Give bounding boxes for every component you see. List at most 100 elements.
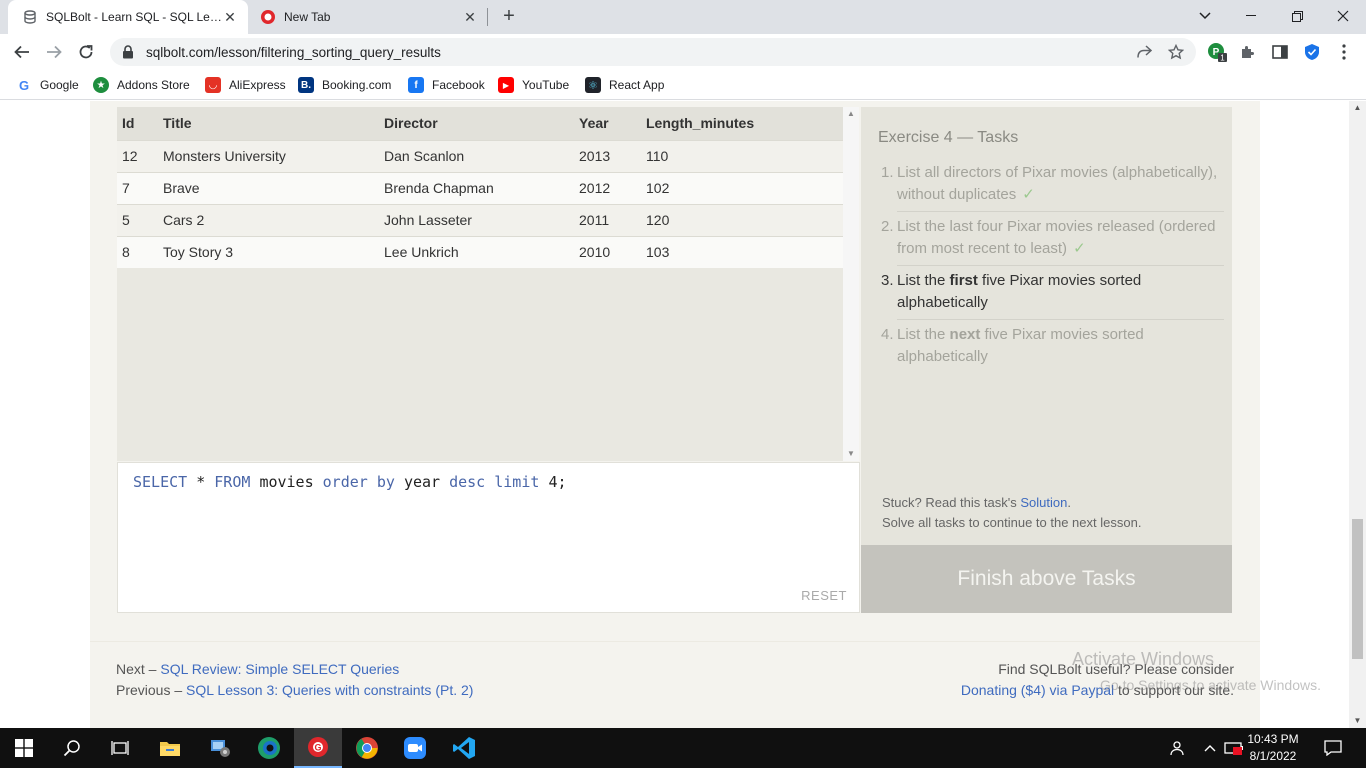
solution-link[interactable]: Solution bbox=[1020, 495, 1067, 510]
stuck-help-text: Stuck? Read this task's Solution. Solve … bbox=[882, 493, 1141, 533]
exercise-tasks-panel: Exercise 4 — Tasks 1. List all directors… bbox=[861, 107, 1232, 545]
extension-p-icon[interactable]: P1 bbox=[1207, 42, 1227, 62]
donate-suffix: to support our site. bbox=[1114, 682, 1234, 698]
bookmark-label: React App bbox=[609, 78, 665, 92]
task-item-1: 1. List all directors of Pixar movies (a… bbox=[881, 162, 1224, 206]
bookmark-label: Addons Store bbox=[117, 78, 190, 92]
results-scrollbar[interactable]: ▲ ▼ bbox=[843, 107, 859, 461]
task-text: List the last four Pixar movies released… bbox=[897, 216, 1224, 260]
zoom-icon[interactable] bbox=[391, 728, 439, 768]
task-divider bbox=[897, 211, 1224, 212]
finish-tasks-button[interactable]: Finish above Tasks bbox=[861, 545, 1232, 613]
cell-year: 2013 bbox=[574, 139, 641, 172]
tab-search-chevron-icon[interactable] bbox=[1182, 0, 1228, 32]
database-icon bbox=[22, 9, 38, 25]
check-icon: ✓ bbox=[1022, 186, 1035, 203]
column-header-title: Title bbox=[158, 107, 379, 140]
booking-icon: B. bbox=[298, 77, 314, 93]
aliexpress-icon: ◡ bbox=[205, 77, 221, 93]
people-icon[interactable] bbox=[1168, 728, 1186, 768]
search-icon[interactable] bbox=[48, 728, 96, 768]
reset-button[interactable]: RESET bbox=[801, 588, 847, 603]
cell-title: Brave bbox=[158, 171, 379, 204]
close-tab-icon[interactable]: ✕ bbox=[222, 9, 238, 25]
back-arrow-icon[interactable] bbox=[8, 38, 36, 66]
file-explorer-icon[interactable] bbox=[146, 728, 194, 768]
bookmark-booking[interactable]: B. Booking.com bbox=[298, 76, 391, 94]
table-row: 12 Monsters University Dan Scanlon 2013 … bbox=[117, 139, 843, 172]
taskbar-clock[interactable]: 10:43 PM 8/1/2022 bbox=[1240, 731, 1306, 765]
vscode-icon[interactable] bbox=[440, 728, 488, 768]
shield-icon[interactable] bbox=[1302, 42, 1322, 62]
table-row: 8 Toy Story 3 Lee Unkrich 2010 103 bbox=[117, 235, 843, 268]
previous-lesson-link[interactable]: SQL Lesson 3: Queries with constraints (… bbox=[186, 682, 473, 698]
token-star: * bbox=[196, 473, 206, 491]
donate-link[interactable]: Donating ($4) via Paypal bbox=[961, 682, 1114, 698]
next-lesson-link[interactable]: SQL Review: Simple SELECT Queries bbox=[160, 661, 399, 677]
task-number: 3. bbox=[881, 272, 894, 289]
sql-query-text[interactable]: SELECT * FROM movies order by year desc … bbox=[133, 473, 567, 491]
close-tab-icon[interactable]: ✕ bbox=[462, 9, 478, 25]
notification-center-icon[interactable] bbox=[1324, 728, 1342, 768]
side-panel-icon[interactable] bbox=[1270, 42, 1290, 62]
bookmark-addons-store[interactable]: ★ Addons Store bbox=[93, 76, 190, 94]
table-row: 5 Cars 2 John Lasseter 2011 120 bbox=[117, 203, 843, 236]
scroll-down-arrow-icon[interactable]: ▼ bbox=[1349, 714, 1366, 728]
scroll-down-arrow-icon[interactable]: ▼ bbox=[843, 447, 859, 461]
share-icon[interactable] bbox=[1132, 40, 1156, 64]
windows-start-icon[interactable] bbox=[0, 728, 48, 768]
tab-new-tab[interactable]: New Tab ✕ bbox=[250, 0, 488, 34]
edge-icon[interactable] bbox=[245, 728, 293, 768]
cell-director: Lee Unkrich bbox=[379, 235, 574, 268]
opera-icon bbox=[260, 9, 276, 25]
keyword-desc: desc bbox=[449, 473, 486, 491]
cell-director: Dan Scanlon bbox=[379, 139, 574, 172]
forward-arrow-icon[interactable] bbox=[40, 38, 68, 66]
task-view-icon[interactable] bbox=[96, 728, 144, 768]
bookmark-facebook[interactable]: f Facebook bbox=[408, 76, 485, 94]
bookmark-youtube[interactable]: ▶ YouTube bbox=[498, 76, 569, 94]
bookmark-aliexpress[interactable]: ◡ AliExpress bbox=[205, 76, 286, 94]
tab-sqlbolt[interactable]: SQLBolt - Learn SQL - SQL Lesson ✕ bbox=[8, 0, 248, 34]
restore-button[interactable] bbox=[1274, 0, 1320, 32]
extensions-puzzle-icon[interactable] bbox=[1238, 42, 1258, 62]
find-useful-label: Find SQLBolt useful? Please consider bbox=[998, 661, 1234, 677]
close-window-button[interactable] bbox=[1320, 0, 1366, 32]
bookmarks-bar: G Google ★ Addons Store ◡ AliExpress B. … bbox=[0, 70, 1366, 100]
donate-note: Find SQLBolt useful? Please consider Don… bbox=[961, 659, 1234, 701]
cell-director: John Lasseter bbox=[379, 203, 574, 236]
tab-separator bbox=[487, 8, 488, 26]
address-bar[interactable]: sqlbolt.com/lesson/filtering_sorting_que… bbox=[110, 38, 1196, 66]
bookmark-label: Google bbox=[40, 78, 79, 92]
scroll-up-arrow-icon[interactable]: ▲ bbox=[843, 107, 859, 121]
scrollbar-thumb[interactable] bbox=[1352, 519, 1363, 659]
bookmark-label: Facebook bbox=[432, 78, 485, 92]
task-label: List the bbox=[897, 326, 950, 343]
reload-icon[interactable] bbox=[72, 38, 100, 66]
sql-editor[interactable]: SELECT * FROM movies order by year desc … bbox=[117, 462, 860, 613]
show-hidden-icons-chevron-icon[interactable] bbox=[1204, 728, 1216, 768]
scroll-up-arrow-icon[interactable]: ▲ bbox=[1349, 101, 1366, 115]
bookmark-label: Booking.com bbox=[322, 78, 392, 92]
chrome-icon[interactable] bbox=[343, 728, 391, 768]
bookmark-google[interactable]: G Google bbox=[16, 76, 79, 94]
bookmark-react-app[interactable]: ⚛ React App bbox=[585, 76, 664, 94]
task-item-3: 3. List the first five Pixar movies sort… bbox=[881, 270, 1224, 314]
minimize-button[interactable] bbox=[1228, 0, 1274, 32]
task-label: List the bbox=[897, 272, 950, 289]
new-tab-button[interactable]: + bbox=[498, 5, 520, 27]
cell-title: Monsters University bbox=[158, 139, 379, 172]
bookmark-label: AliExpress bbox=[229, 78, 286, 92]
task-label: List the last four Pixar movies released… bbox=[897, 218, 1216, 257]
cell-year: 2012 bbox=[574, 171, 641, 204]
keyword-order-by: order by bbox=[322, 473, 395, 491]
opera-browser-icon[interactable]: G bbox=[294, 728, 342, 768]
page-scrollbar[interactable]: ▲ ▼ bbox=[1349, 101, 1366, 728]
solve-all-label: Solve all tasks to continue to the next … bbox=[882, 515, 1142, 530]
control-panel-icon[interactable] bbox=[196, 728, 244, 768]
menu-kebab-icon[interactable] bbox=[1334, 42, 1354, 62]
tab-title: New Tab bbox=[284, 10, 331, 24]
column-header-length: Length_minutes bbox=[641, 107, 843, 140]
table-row: 7 Brave Brenda Chapman 2012 102 bbox=[117, 171, 843, 204]
bookmark-star-icon[interactable] bbox=[1164, 40, 1188, 64]
